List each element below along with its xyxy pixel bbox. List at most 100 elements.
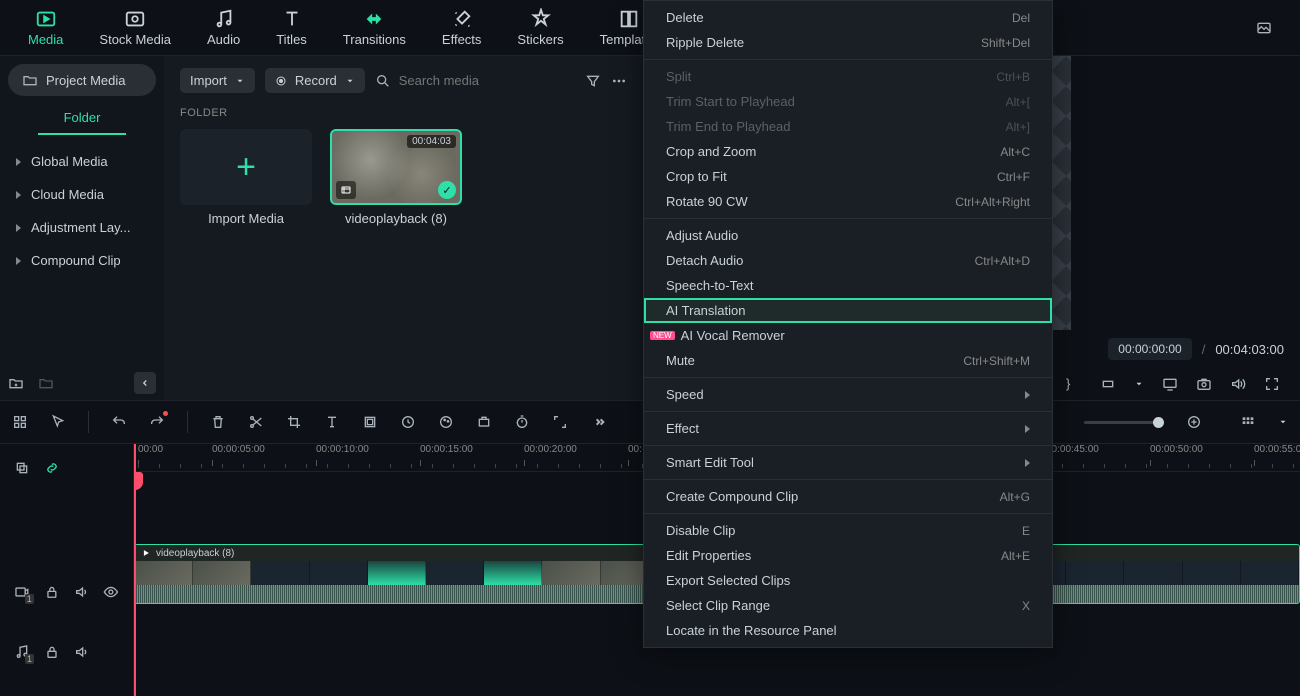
ctx-speech-to-text[interactable]: Speech-to-Text — [644, 273, 1052, 298]
new-folder-icon[interactable] — [8, 375, 24, 391]
tab-stock-media[interactable]: Stock Media — [99, 8, 171, 47]
filter-icon[interactable] — [585, 73, 601, 89]
ctx-edit-properties[interactable]: Edit PropertiesAlt+E — [644, 543, 1052, 568]
marker-out-icon[interactable]: } — [1066, 376, 1082, 392]
playhead[interactable] — [134, 444, 136, 696]
view-options-icon[interactable] — [1240, 414, 1256, 430]
total-time: 00:04:03:00 — [1215, 342, 1284, 357]
import-media-tile[interactable]: + Import Media — [180, 129, 312, 226]
zoom-in-icon[interactable] — [1186, 414, 1202, 430]
expand-icon[interactable] — [552, 414, 568, 430]
effects-icon — [451, 8, 473, 30]
timer-icon[interactable] — [514, 414, 530, 430]
link-icon[interactable] — [44, 460, 60, 476]
tab-effects[interactable]: Effects — [442, 8, 482, 47]
clip-duration-badge: 00:04:03 — [407, 135, 456, 148]
ctx-delete[interactable]: DeleteDel — [644, 5, 1052, 30]
ctx-speed[interactable]: Speed — [644, 382, 1052, 407]
tab-stickers[interactable]: Stickers — [517, 8, 563, 47]
ctx-split: SplitCtrl+B — [644, 64, 1052, 89]
ruler-tick: 00: — [628, 444, 642, 455]
color-icon[interactable] — [438, 414, 454, 430]
ctx-crop-and-zoom[interactable]: Crop and ZoomAlt+C — [644, 139, 1052, 164]
import-dropdown[interactable]: Import — [180, 68, 255, 93]
sidebar-item-compound-clip[interactable]: Compound Clip — [8, 244, 156, 277]
snapshot-icon[interactable] — [1196, 376, 1212, 392]
ctx-ai-vocal-remover[interactable]: NEWAI Vocal Remover — [644, 323, 1052, 348]
ctx-rotate-90-cw[interactable]: Rotate 90 CWCtrl+Alt+Right — [644, 189, 1052, 214]
ctx-adjust-audio[interactable]: Adjust Audio — [644, 223, 1052, 248]
ctx-mute[interactable]: MuteCtrl+Shift+M — [644, 348, 1052, 373]
keyframe-icon[interactable] — [476, 414, 492, 430]
tab-transitions[interactable]: Transitions — [343, 8, 406, 47]
ctx-ripple-delete[interactable]: Ripple DeleteShift+Del — [644, 30, 1052, 55]
folder-icon — [22, 72, 38, 88]
ctx-ai-translation[interactable]: AI Translation — [644, 298, 1052, 323]
ctx-disable-clip[interactable]: Disable ClipE — [644, 518, 1052, 543]
grid-icon[interactable] — [12, 414, 28, 430]
visibility-icon[interactable] — [103, 584, 119, 600]
display-icon[interactable] — [1162, 376, 1178, 392]
mute-track-icon[interactable] — [74, 644, 90, 660]
chevron-down-icon[interactable] — [1134, 379, 1144, 389]
ctx-locate-in-the-resource-panel[interactable]: Locate in the Resource Panel — [644, 618, 1052, 643]
sidebar-item-cloud-media[interactable]: Cloud Media — [8, 178, 156, 211]
redo-icon[interactable] — [149, 414, 165, 430]
video-track-header[interactable]: 1 — [0, 562, 133, 622]
templates-icon — [618, 8, 640, 30]
ruler-tick: 00:00 — [138, 444, 163, 455]
context-menu: DeleteDelRipple DeleteShift+Del SplitCtrl… — [643, 0, 1053, 648]
sidebar-item-label: Global Media — [31, 154, 108, 169]
text-icon[interactable] — [324, 414, 340, 430]
more-tools-icon[interactable] — [590, 414, 606, 430]
current-time[interactable]: 00:00:00:00 — [1108, 338, 1191, 360]
ctx-create-compound-clip[interactable]: Create Compound ClipAlt+G — [644, 484, 1052, 509]
sidebar-item-global-media[interactable]: Global Media — [8, 145, 156, 178]
clip-name-label: videoplayback (8) — [345, 211, 447, 226]
frame-icon[interactable] — [362, 414, 378, 430]
crop-icon[interactable] — [286, 414, 302, 430]
volume-icon[interactable] — [1230, 376, 1246, 392]
zoom-slider[interactable] — [1084, 421, 1164, 424]
speed-icon[interactable] — [400, 414, 416, 430]
ctx-smart-edit-tool[interactable]: Smart Edit Tool — [644, 450, 1052, 475]
mute-track-icon[interactable] — [74, 584, 90, 600]
tab-titles[interactable]: Titles — [276, 8, 307, 47]
tab-audio[interactable]: Audio — [207, 8, 240, 47]
cursor-icon[interactable] — [50, 414, 66, 430]
search-input[interactable] — [399, 73, 575, 88]
play-icon — [141, 548, 151, 558]
clip-label: videoplayback (8) — [156, 548, 234, 559]
collapse-sidebar-button[interactable] — [134, 372, 156, 394]
ctx-detach-audio[interactable]: Detach AudioCtrl+Alt+D — [644, 248, 1052, 273]
fullscreen-icon[interactable] — [1264, 376, 1280, 392]
lock-icon[interactable] — [44, 584, 60, 600]
project-media-pill[interactable]: Project Media — [8, 64, 156, 96]
ctx-select-clip-range[interactable]: Select Clip RangeX — [644, 593, 1052, 618]
record-dropdown[interactable]: Record — [265, 68, 365, 93]
folder-section-label: FOLDER — [180, 107, 627, 119]
ctx-crop-to-fit[interactable]: Crop to FitCtrl+F — [644, 164, 1052, 189]
ctx-export-selected-clips[interactable]: Export Selected Clips — [644, 568, 1052, 593]
delete-icon[interactable] — [210, 414, 226, 430]
lock-icon[interactable] — [44, 644, 60, 660]
undo-icon[interactable] — [111, 414, 127, 430]
ratio-icon[interactable] — [1100, 376, 1116, 392]
folder-tab[interactable]: Folder — [38, 102, 126, 135]
record-icon — [275, 75, 287, 87]
video-track-icon: 1 — [14, 584, 30, 600]
tab-media[interactable]: Media — [28, 8, 63, 47]
caret-icon — [16, 191, 21, 199]
audio-track-header[interactable]: 1 — [0, 622, 133, 682]
search-icon — [375, 73, 391, 89]
ruler-tick: 00:00:05:00 — [212, 444, 265, 455]
media-clip-tile[interactable]: 00:04:03 ✓ videoplayback (8) — [330, 129, 462, 226]
more-icon[interactable] — [611, 73, 627, 89]
record-label: Record — [295, 73, 337, 88]
image-icon[interactable] — [1256, 20, 1272, 36]
ctx-effect[interactable]: Effect — [644, 416, 1052, 441]
sidebar-item-adjustment-layer[interactable]: Adjustment Lay... — [8, 211, 156, 244]
duplicate-track-icon[interactable] — [14, 460, 30, 476]
split-icon[interactable] — [248, 414, 264, 430]
chevron-down-icon[interactable] — [1278, 417, 1288, 427]
